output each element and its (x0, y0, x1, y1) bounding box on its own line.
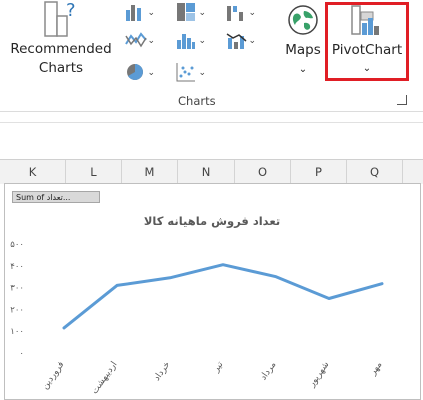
column-header-q[interactable]: Q (347, 160, 403, 184)
dialog-launcher-icon[interactable] (397, 95, 407, 105)
globe-icon (288, 5, 318, 35)
statistic-chart-icon (177, 34, 195, 49)
recommended-charts-label-1: Recommended (10, 41, 112, 57)
hierarchy-chart-button[interactable]: ⌄ (176, 2, 206, 24)
combo-chart-icon (226, 33, 247, 49)
column-header-l[interactable]: L (66, 160, 122, 184)
column-chart-button[interactable]: ⌄ (125, 2, 155, 24)
recommended-charts-icon: ? (44, 0, 76, 37)
column-header-m[interactable]: M (122, 160, 178, 184)
svg-text:?: ? (66, 0, 76, 21)
column-header-n[interactable]: N (178, 160, 235, 184)
combo-chart-button[interactable]: ⌄ (226, 30, 256, 52)
ribbon-insert-tab: ? Recommended Charts ⌄ ⌄ ⌄ ⌄ ⌄ ⌄ ⌄ ⌄ Map… (0, 0, 423, 112)
formula-bar-area (0, 112, 423, 157)
column-header-k[interactable]: K (0, 160, 66, 184)
pie-chart-button[interactable]: ⌄ (125, 62, 155, 84)
column-header-p[interactable]: P (291, 160, 347, 184)
column-headers: K L M N O P Q (0, 159, 423, 185)
column-chart-icon (126, 5, 141, 21)
charts-group-label: Charts (178, 94, 216, 108)
maps-dropdown-icon: ⌄ (298, 64, 308, 75)
scatter-chart-button[interactable]: ⌄ (176, 62, 206, 84)
recommended-charts-button[interactable]: ? Recommended Charts (6, 0, 116, 86)
pivotchart-highlight-box (325, 2, 409, 81)
line-chart-button[interactable]: ⌄ (125, 30, 155, 52)
scatter-chart-icon (176, 63, 195, 82)
column-header-o[interactable]: O (235, 160, 291, 184)
pivot-chart[interactable] (4, 183, 421, 400)
maps-button[interactable]: Maps ⌄ (280, 0, 326, 86)
line-chart-icon (125, 32, 147, 48)
statistic-chart-button[interactable]: ⌄ (176, 30, 206, 52)
value-field-button[interactable]: Sum of تعداد... (12, 191, 100, 203)
waterfall-chart-icon (227, 6, 243, 21)
pie-chart-icon (127, 64, 143, 80)
recommended-charts-label-2: Charts (38, 60, 84, 76)
maps-label: Maps (285, 42, 321, 58)
waterfall-chart-button[interactable]: ⌄ (226, 2, 256, 24)
hierarchy-chart-icon (177, 3, 195, 21)
formula-bar-divider (0, 122, 423, 123)
